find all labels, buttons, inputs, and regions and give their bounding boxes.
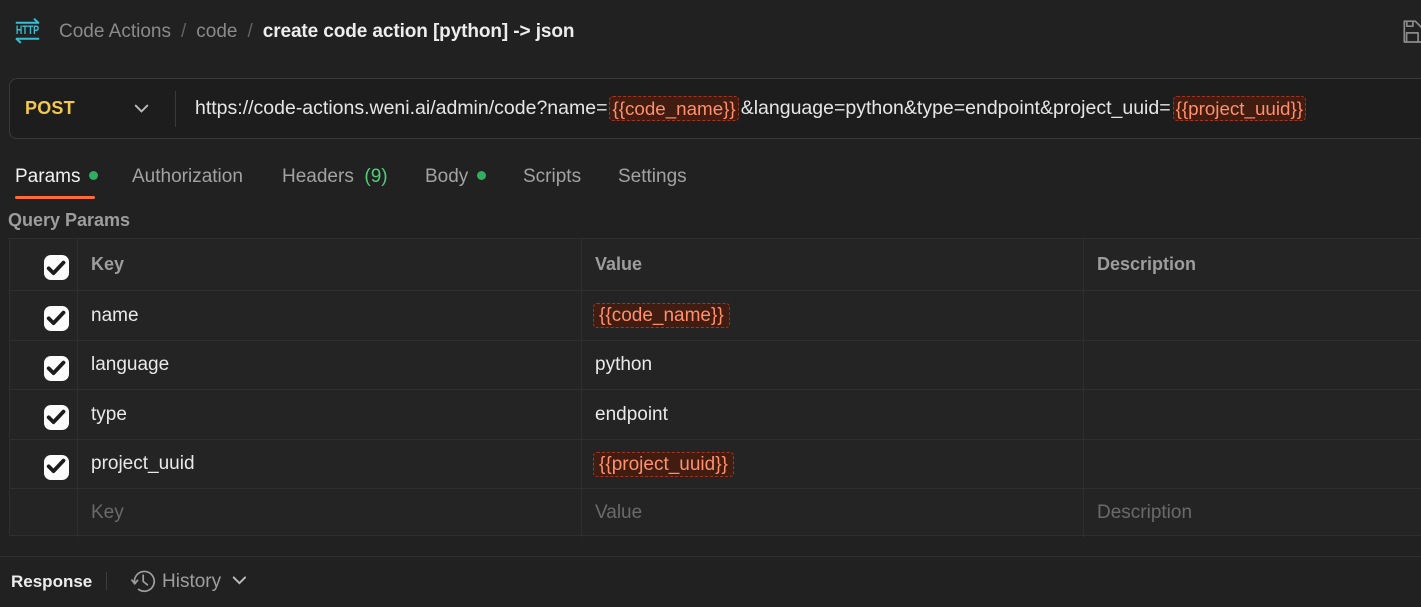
svg-text:HTTP: HTTP: [16, 23, 39, 37]
